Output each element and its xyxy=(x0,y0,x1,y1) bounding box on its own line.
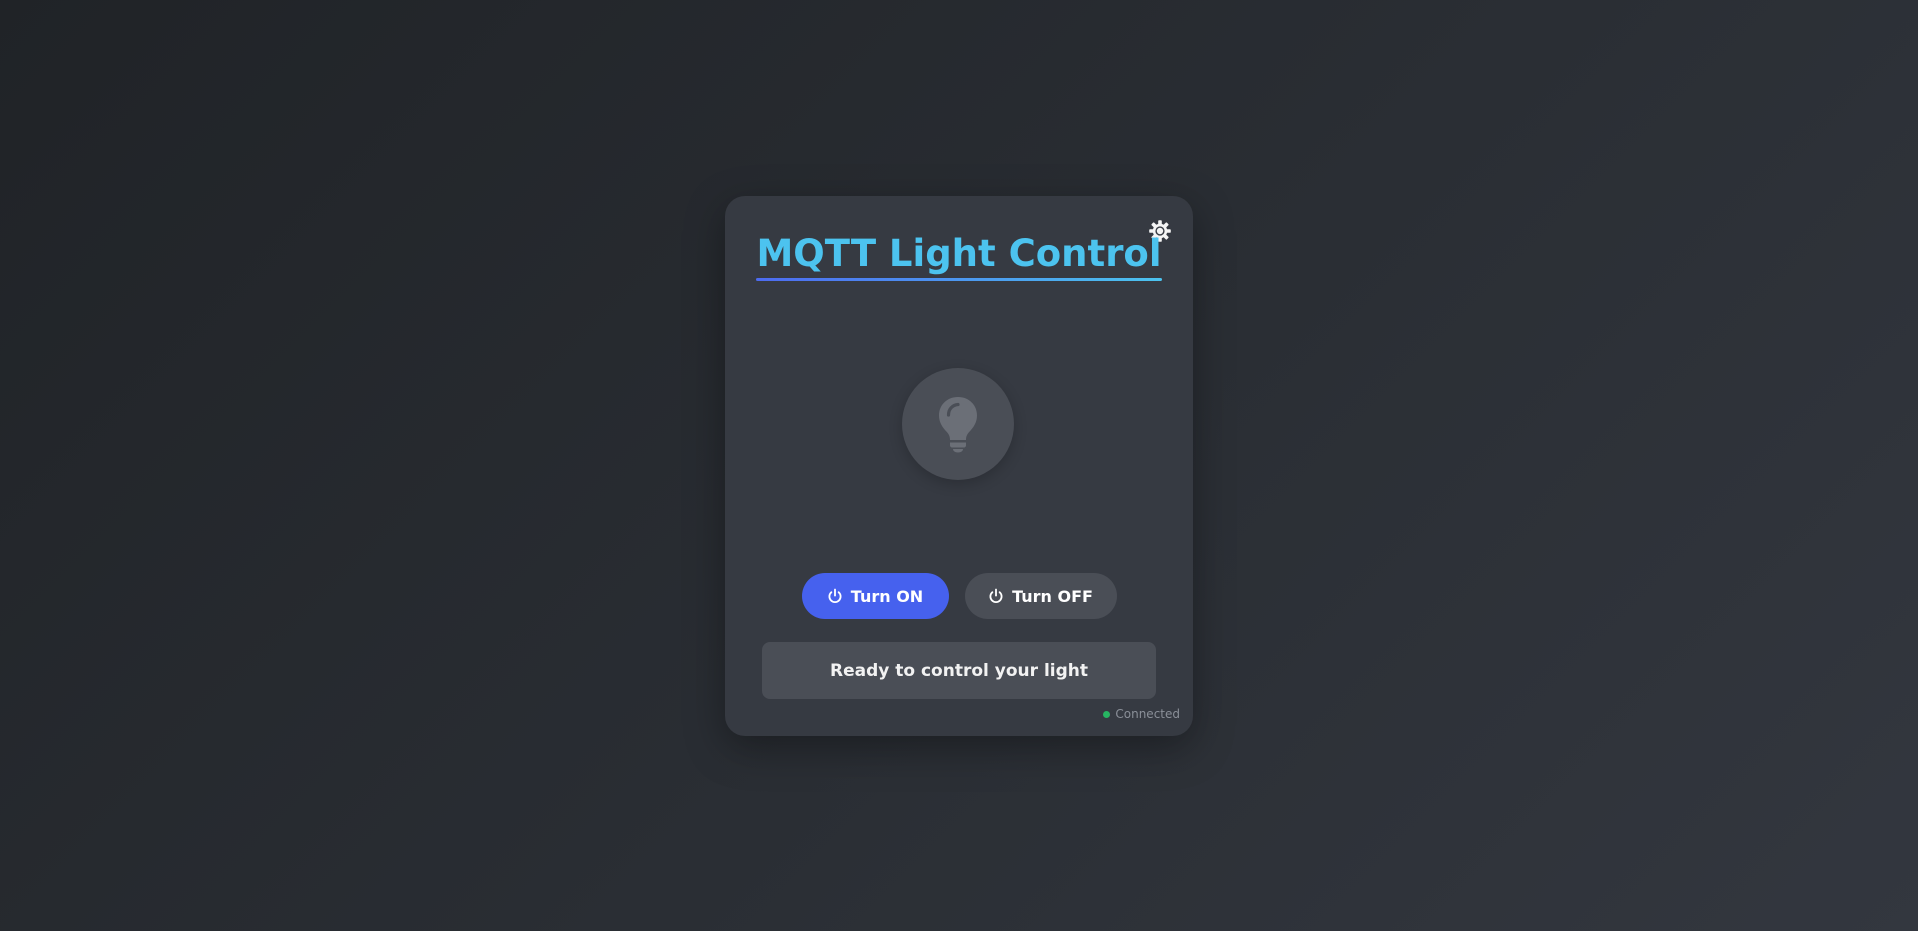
page-title: MQTT Light Control xyxy=(756,232,1162,281)
header: MQTT Light Control xyxy=(725,232,1193,281)
connection-status: Connected xyxy=(1103,707,1180,721)
status-message: Ready to control your light xyxy=(762,642,1156,699)
connection-dot-icon xyxy=(1103,710,1111,718)
light-status-indicator xyxy=(902,368,1014,480)
turn-off-label: Turn OFF xyxy=(1012,586,1093,606)
turn-on-label: Turn ON xyxy=(850,586,924,606)
control-buttons: Turn ON Turn OFF xyxy=(725,573,1193,619)
turn-off-button[interactable]: Turn OFF xyxy=(964,573,1117,619)
power-icon xyxy=(989,588,1003,603)
power-icon xyxy=(828,588,842,603)
title-underline xyxy=(756,277,1162,281)
turn-on-button[interactable]: Turn ON xyxy=(801,573,949,619)
page-title-text: MQTT Light Control xyxy=(756,232,1162,275)
control-card: MQTT Light Control Turn ON Turn OFF Read… xyxy=(725,196,1193,736)
lightbulb-icon xyxy=(939,397,977,453)
connection-label: Connected xyxy=(1115,707,1180,721)
